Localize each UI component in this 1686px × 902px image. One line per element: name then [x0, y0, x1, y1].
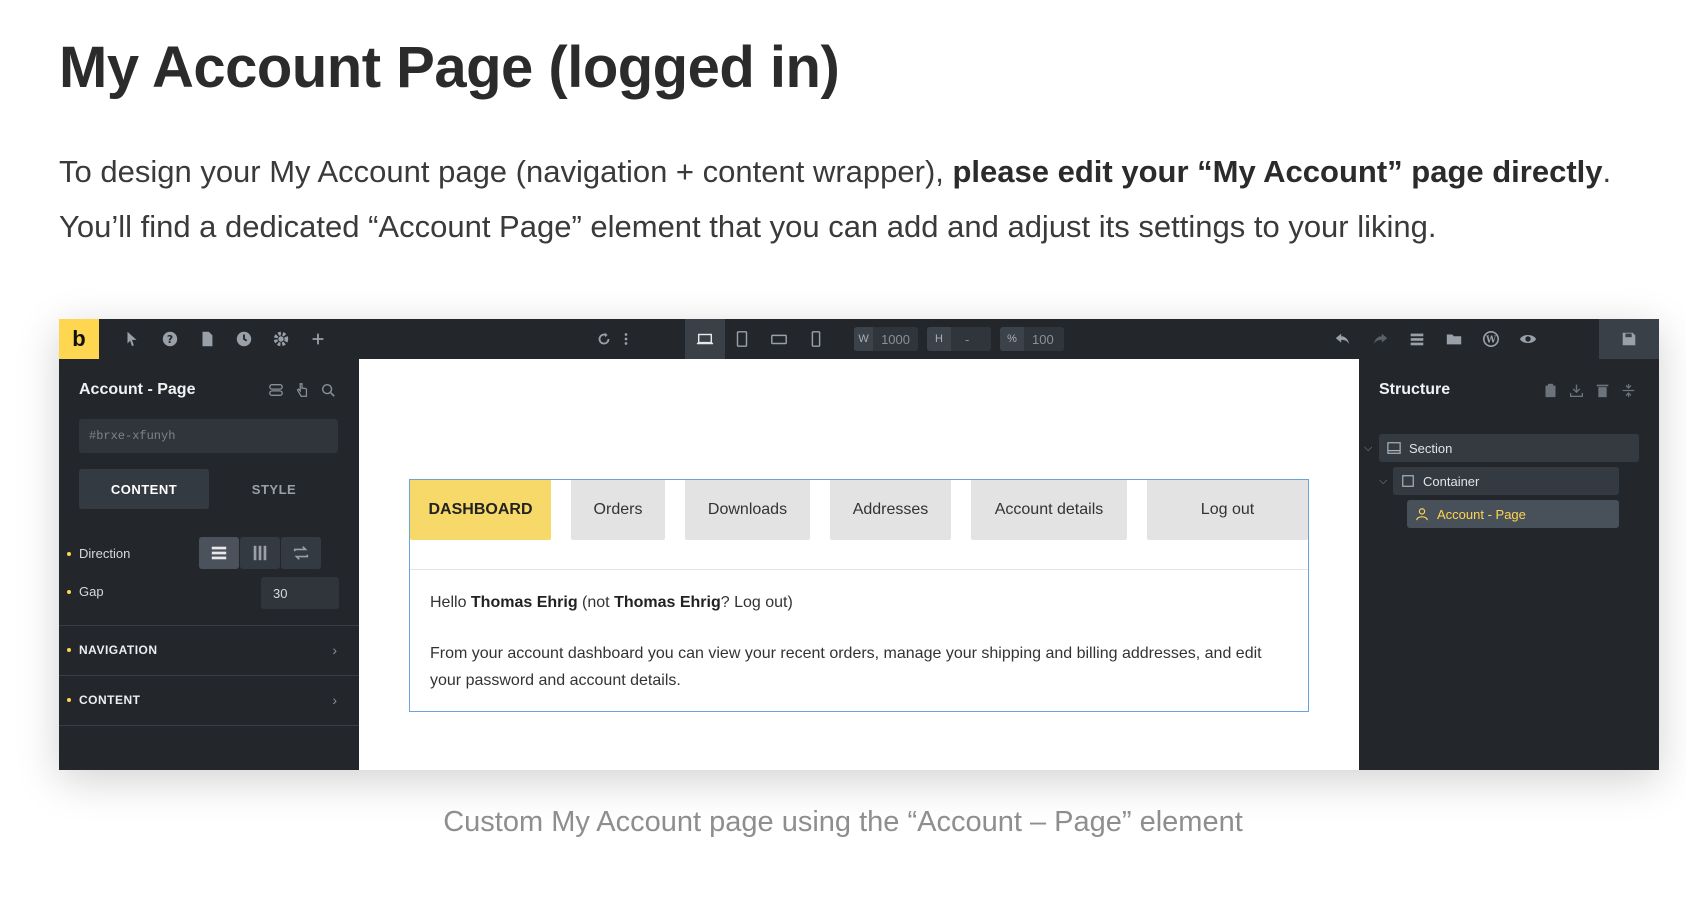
content-indicator-dot [67, 698, 71, 702]
tree-item-account-page[interactable]: Account - Page [1407, 500, 1619, 528]
user-name: Thomas Ehrig [470, 594, 578, 611]
wordpress-icon[interactable]: W [1481, 329, 1501, 349]
user-name-second: Thomas Ehrig [614, 594, 721, 611]
navigation-indicator-dot [67, 648, 71, 652]
greeting-mid: (not [577, 594, 615, 611]
css-id-input[interactable] [79, 419, 338, 453]
gap-input[interactable]: 30 [261, 577, 339, 609]
history-icon[interactable] [234, 329, 254, 349]
chevron-down-icon[interactable]: ⌵ [1379, 475, 1387, 488]
download-icon[interactable] [1567, 381, 1585, 399]
toggle-icon[interactable] [267, 381, 285, 399]
direction-indicator-dot [67, 552, 71, 556]
zoom-key: % [1000, 327, 1024, 351]
folder-icon[interactable] [1444, 329, 1464, 349]
user-icon [1407, 507, 1437, 521]
figure-caption: Custom My Account page using the “Accoun… [443, 806, 1243, 838]
nav-account-details[interactable]: Account details [971, 480, 1127, 540]
greeting-suffix: ? Log out) [720, 594, 793, 611]
redo-icon[interactable] [1370, 329, 1390, 349]
section-icon [1379, 441, 1409, 455]
container-icon [1393, 474, 1423, 488]
direction-label: Direction [79, 546, 131, 561]
direction-row-button[interactable] [240, 537, 280, 569]
tree-label: Section [1409, 440, 1453, 456]
navigation-section-label: NAVIGATION [79, 643, 158, 657]
pages-icon[interactable] [197, 329, 217, 349]
chevron-right-icon: › [332, 692, 337, 708]
clipboard-icon[interactable] [1541, 381, 1559, 399]
settings-gear-icon[interactable] [271, 329, 291, 349]
svg-text:?: ? [167, 333, 173, 346]
tablet-icon[interactable] [732, 329, 752, 349]
account-navigation: DASHBOARD Orders Downloads Addresses Acc… [410, 480, 1308, 540]
tree-label: Account - Page [1437, 506, 1526, 522]
tree-item-container[interactable]: Container [1393, 467, 1619, 495]
bricks-logo[interactable]: b [59, 319, 99, 359]
greeting-text: Hello Thomas Ehrig (not Thomas Ehrig? Lo… [430, 594, 793, 612]
height-value: - [965, 331, 970, 347]
svg-text:W: W [1485, 336, 1497, 346]
chevron-down-icon[interactable]: ⌵ [1364, 442, 1372, 455]
builder-canvas[interactable]: DASHBOARD Orders Downloads Addresses Acc… [359, 359, 1359, 770]
page-title: My Account Page (logged in) [59, 35, 840, 100]
more-vertical-icon[interactable] [616, 329, 636, 349]
divider [59, 725, 359, 726]
structure-actions [1541, 381, 1637, 399]
width-key: W [854, 327, 874, 351]
refresh-icon[interactable] [594, 329, 614, 349]
account-page-element[interactable]: DASHBOARD Orders Downloads Addresses Acc… [409, 479, 1309, 712]
width-field[interactable]: W 1000 [854, 327, 918, 351]
intro-paragraph: To design your My Account page (navigati… [59, 144, 1659, 254]
gap-indicator-dot [67, 590, 71, 594]
hand-pointer-icon[interactable] [293, 381, 311, 399]
trash-icon[interactable] [1593, 381, 1611, 399]
tab-content[interactable]: CONTENT [79, 469, 209, 509]
top-toolbar: b ? W 1000 H- % 100 W [59, 319, 1659, 359]
zoom-field[interactable]: % 100 [1000, 327, 1064, 351]
desktop-icon[interactable] [695, 329, 715, 349]
zoom-value: 100 [1032, 331, 1054, 347]
save-icon[interactable] [1619, 329, 1639, 349]
height-key: H [927, 327, 951, 351]
dashboard-description: From your account dashboard you can view… [430, 645, 1262, 689]
intro-text-start: To design your My Account page (navigati… [59, 154, 953, 189]
preview-eye-icon[interactable] [1518, 329, 1538, 349]
content-section-toggle[interactable]: CONTENT › [59, 675, 359, 725]
undo-icon[interactable] [1333, 329, 1353, 349]
nav-log-out[interactable]: Log out [1147, 480, 1308, 540]
nav-orders[interactable]: Orders [571, 480, 665, 540]
element-settings-panel: Account - Page CONTENT STYLE Direction G… [59, 359, 359, 770]
collapse-icon[interactable] [1619, 381, 1637, 399]
direction-column-button[interactable] [199, 537, 239, 569]
navigation-section-toggle[interactable]: NAVIGATION › [59, 625, 359, 675]
help-icon[interactable]: ? [160, 329, 180, 349]
tab-style[interactable]: STYLE [209, 469, 339, 509]
search-icon[interactable] [319, 381, 337, 399]
builder-screenshot: b ? W 1000 H- % 100 W Account - Page #br… [59, 319, 1659, 770]
structure-panel: Structure ⌵ Section ⌵ Container Account … [1359, 359, 1659, 770]
tree-item-section[interactable]: Section [1379, 434, 1639, 462]
height-field[interactable]: H- [927, 327, 991, 351]
content-section-label: CONTENT [79, 693, 141, 707]
chevron-right-icon: › [332, 642, 337, 658]
nav-dashboard[interactable]: DASHBOARD [410, 480, 551, 540]
divider [410, 569, 1308, 570]
element-title: Account - Page [79, 381, 196, 398]
mobile-portrait-icon[interactable] [806, 329, 826, 349]
intro-text-bold: please edit your “My Account” page direc… [952, 154, 1603, 189]
nav-downloads[interactable]: Downloads [685, 480, 810, 540]
gap-label: Gap [79, 584, 104, 599]
add-element-icon[interactable] [308, 329, 328, 349]
mobile-landscape-icon[interactable] [769, 329, 789, 349]
nav-addresses[interactable]: Addresses [830, 480, 951, 540]
direction-reverse-button[interactable] [281, 537, 321, 569]
width-value: 1000 [881, 331, 910, 347]
cursor-icon[interactable] [122, 329, 142, 349]
structure-toggle-icon[interactable] [1407, 329, 1427, 349]
panel-actions [267, 381, 337, 399]
structure-title: Structure [1379, 381, 1451, 398]
greeting-prefix: Hello [430, 594, 471, 611]
tree-label: Container [1423, 473, 1480, 489]
